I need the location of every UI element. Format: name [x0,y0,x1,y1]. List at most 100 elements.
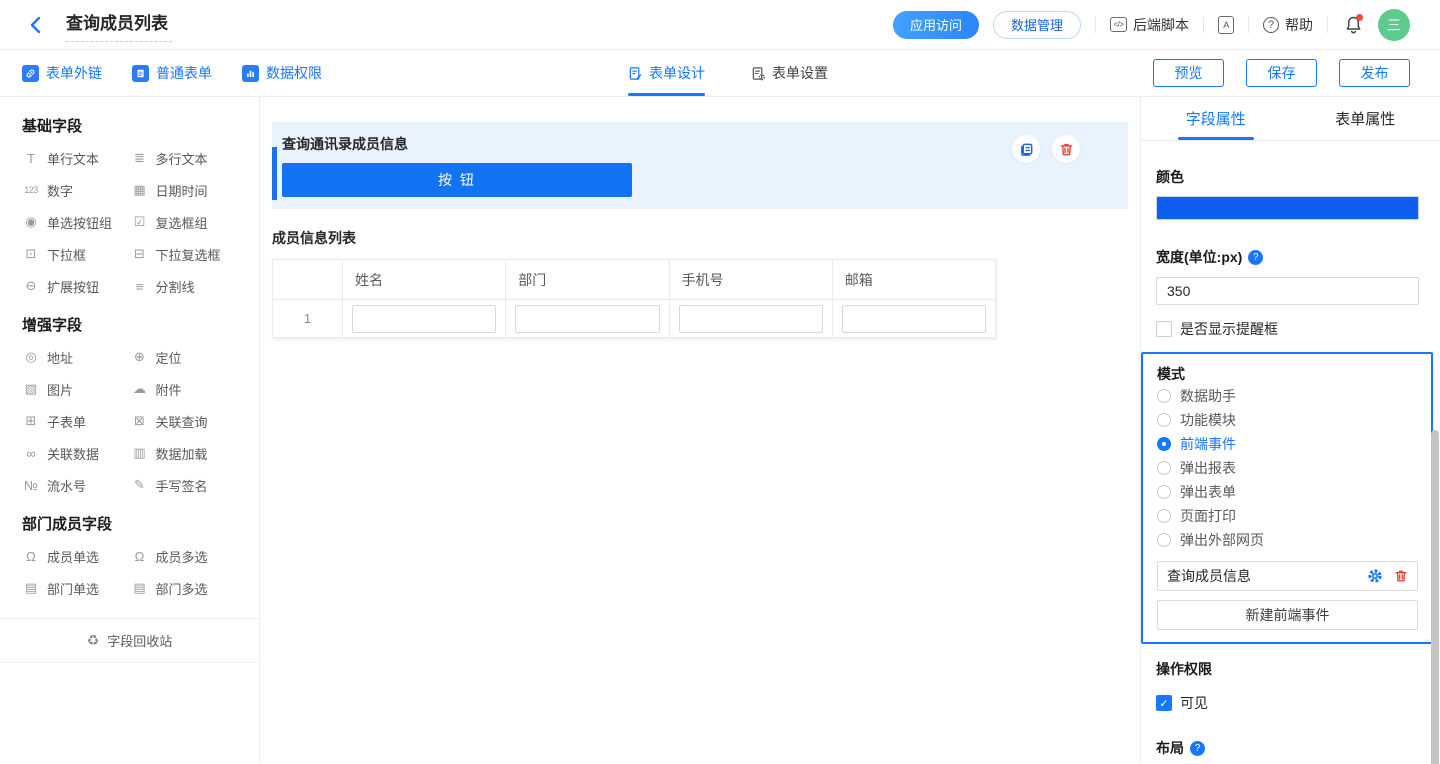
event-item-actions [1367,568,1408,584]
help-label: 帮助 [1285,15,1313,35]
mode-section: 模式 数据助手 功能模块 前端事件 弹出报表 弹出表单 页面打印 弹出外部网页 … [1141,352,1433,644]
tab-form-properties[interactable]: 表单属性 [1291,97,1440,140]
mode-option-popup-report[interactable]: 弹出报表 [1157,456,1418,480]
linked-data-icon: ∞ [22,446,40,461]
form-design-icon [628,66,643,81]
field-item-label: 数据加载 [156,444,208,463]
notification-button[interactable] [1342,13,1364,37]
field-item-single-line-text[interactable]: T单行文本 [22,142,131,174]
field-recycle-bin-button[interactable]: ♻ 字段回收站 [0,618,259,663]
field-item-checkbox-group[interactable]: ☑复选框组 [131,206,240,238]
field-item-location[interactable]: ⊕定位 [131,341,240,373]
field-item-label: 日期时间 [156,181,208,200]
subform-field[interactable]: 成员信息列表 姓名 部门 手机号 邮箱 1 [272,228,1128,338]
page-title[interactable]: 查询成员列表 [66,7,172,42]
field-item-multi-line-text[interactable]: ≣多行文本 [131,142,240,174]
preview-button[interactable]: 预览 [1153,59,1224,87]
field-item-label: 部门单选 [47,579,99,598]
mode-option-data-assistant[interactable]: 数据助手 [1157,384,1418,408]
data-manage-button[interactable]: 数据管理 [993,11,1081,39]
backend-script-button[interactable]: </> 后端脚本 [1110,15,1189,35]
width-help-icon[interactable]: ? [1248,250,1263,265]
radio-icon[interactable] [1157,509,1171,523]
field-item-signature[interactable]: ✎手写签名 [131,469,240,501]
field-item-serial-number[interactable]: №流水号 [22,469,131,501]
field-item-datetime[interactable]: ▦日期时间 [131,174,240,206]
email-cell-input[interactable] [842,305,986,333]
gear-icon[interactable] [1367,568,1383,584]
field-item-dept-single[interactable]: ▤部门单选 [22,572,131,604]
copy-field-button[interactable] [1012,135,1040,163]
tab-form-design[interactable]: 表单设计 [628,50,705,96]
help-button[interactable]: ? 帮助 [1263,15,1313,35]
field-item-member-multi[interactable]: Ω成员多选 [131,540,240,572]
tab-field-properties[interactable]: 字段属性 [1141,97,1291,140]
new-frontend-event-button[interactable]: 新建前端事件 [1157,600,1418,630]
tab-normal-form[interactable]: 普通表单 [132,63,212,83]
layout-help-icon[interactable]: ? [1190,741,1205,756]
field-item-label: 单行文本 [47,149,99,168]
field-item-select[interactable]: ⊡下拉框 [22,238,131,270]
panel-scrollbar[interactable] [1431,430,1439,764]
mode-option-popup-form[interactable]: 弹出表单 [1157,480,1418,504]
tab-form-settings[interactable]: 表单设置 [751,50,828,96]
back-button[interactable] [24,13,48,37]
form-button-widget[interactable]: 按 钮 [282,163,632,197]
department-cell-input[interactable] [515,305,659,333]
radio-icon-selected[interactable] [1157,437,1171,451]
phone-cell-input[interactable] [679,305,823,333]
field-item-extend-button[interactable]: ⊖扩展按钮 [22,270,131,302]
delete-event-icon[interactable] [1394,569,1408,583]
publish-button[interactable]: 发布 [1339,59,1410,87]
color-swatch[interactable] [1156,196,1419,220]
column-header: 部门 [506,260,669,300]
attachment-cloud-icon: ☁ [131,381,149,397]
field-item-linked-query[interactable]: ⊠关联查询 [131,405,240,437]
reminder-checkbox-row[interactable]: 是否显示提醒框 [1156,319,1419,339]
field-item-attachment[interactable]: ☁附件 [131,373,240,405]
serial-number-icon: № [22,478,40,493]
app-access-button[interactable]: 应用访问 [893,11,979,39]
field-item-number[interactable]: 123数字 [22,174,131,206]
checkbox-icon: ☑ [131,214,149,230]
tab-label: 普通表单 [156,63,212,83]
width-label-text: 宽度(单位:px) [1156,247,1242,267]
tab-data-permission[interactable]: 数据权限 [242,63,322,83]
mode-option-popup-external-page[interactable]: 弹出外部网页 [1157,528,1418,552]
field-item-divider[interactable]: ≡分割线 [131,270,240,302]
name-cell-input[interactable] [352,305,496,333]
field-item-radio-group[interactable]: ◉单选按钮组 [22,206,131,238]
field-item-label: 下拉框 [47,245,86,264]
contacts-button[interactable]: A [1218,16,1234,34]
radio-icon[interactable] [1157,485,1171,499]
mode-option-function-module[interactable]: 功能模块 [1157,408,1418,432]
field-item-image[interactable]: ▧图片 [22,373,131,405]
width-input[interactable] [1156,277,1419,305]
field-item-address[interactable]: ◎地址 [22,341,131,373]
radio-icon[interactable] [1157,389,1171,403]
radio-icon[interactable] [1157,413,1171,427]
field-item-member-single[interactable]: Ω成员单选 [22,540,131,572]
avatar[interactable]: 三 [1378,9,1410,41]
field-item-dept-multi[interactable]: ▤部门多选 [131,572,240,604]
field-item-data-load[interactable]: ▥数据加载 [131,437,240,469]
frontend-event-item[interactable]: 查询成员信息 [1157,561,1418,591]
delete-field-button[interactable] [1052,135,1080,163]
tab-form-external-link[interactable]: 表单外链 [22,63,102,83]
field-item-multi-select[interactable]: ⊟下拉复选框 [131,238,240,270]
row-index: 1 [273,300,343,338]
mode-option-page-print[interactable]: 页面打印 [1157,504,1418,528]
selected-button-field[interactable]: 查询通讯录成员信息 按 钮 [272,122,1128,209]
reminder-checkbox[interactable] [1156,321,1172,337]
save-button[interactable]: 保存 [1246,59,1317,87]
radio-label: 前端事件 [1180,434,1236,454]
visible-checkbox-row[interactable]: ✓ 可见 [1156,693,1419,713]
width-label: 宽度(单位:px) ? [1156,247,1419,267]
visible-checkbox[interactable]: ✓ [1156,695,1172,711]
mode-option-frontend-event[interactable]: 前端事件 [1157,432,1418,456]
radio-icon[interactable] [1157,461,1171,475]
field-item-subform[interactable]: ⊞子表单 [22,405,131,437]
radio-icon[interactable] [1157,533,1171,547]
designer-tabs: 表单设计 表单设置 [628,50,828,96]
field-item-linked-data[interactable]: ∞关联数据 [22,437,131,469]
